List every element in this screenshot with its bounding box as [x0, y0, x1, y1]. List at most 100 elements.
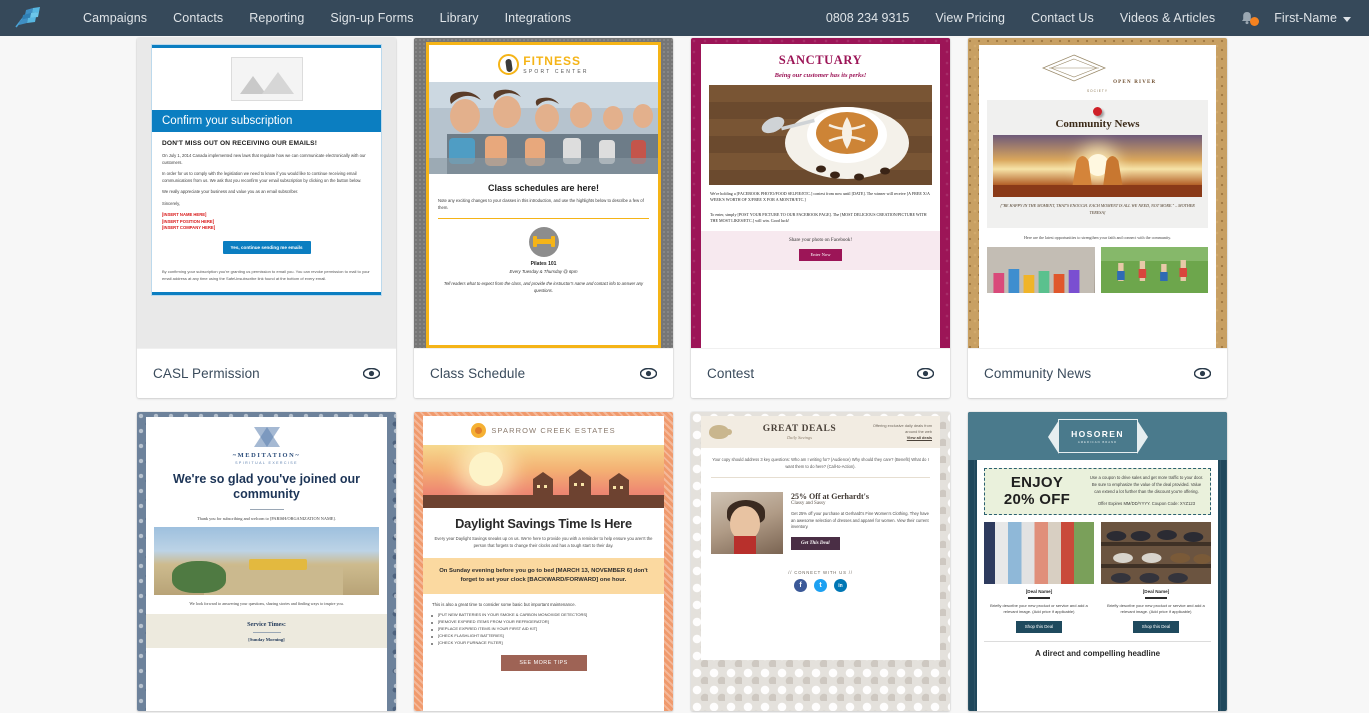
template-preview-community-news: OPEN RIVER SOCIETY Community News ["BE H… — [968, 38, 1227, 348]
casl-cta-button: Yes, continue sending me emails — [222, 241, 311, 255]
nav-item-view-pricing[interactable]: View Pricing — [922, 0, 1018, 36]
template-preview-daylight-savings: SPARROW CREEK ESTATES Daylight Savings T… — [414, 412, 673, 711]
daylight-maintenance-list: [PUT NEW BATTERIES IN YOUR SMOKE & CARBO… — [423, 611, 664, 646]
fitness-class-time: Every Tuesday & Thursday @ 6pm — [509, 269, 578, 275]
coupon-body-text: Use a coupon to drive sales and get more… — [1089, 475, 1204, 494]
casl-paragraph-1: On July 1, 2014 Canada implemented new l… — [162, 153, 366, 165]
fitness-class-note: Tell readers what to expect from the cla… — [443, 281, 644, 294]
template-title: Community News — [984, 366, 1092, 381]
template-card-footer: Community News — [968, 348, 1227, 398]
community-photo-2 — [1100, 246, 1208, 293]
template-preview-hosoren-coupon: HOSOREN AMERICAN BRAND ENJOY 20% OFF Use… — [968, 412, 1227, 711]
casl-headline: DON'T MISS OUT ON RECEIVING OUR EMAILS! — [162, 140, 318, 147]
pushpin-icon — [1093, 107, 1102, 116]
hosoren-headline: A direct and compelling headline — [1034, 649, 1161, 659]
open-river-brand-sub: SOCIETY — [1087, 89, 1108, 93]
casl-banner-text: Confirm your subscription — [152, 110, 381, 132]
daylight-headline: Daylight Savings Time Is Here — [455, 516, 632, 531]
template-card-daylight-savings[interactable]: SPARROW CREEK ESTATES Daylight Savings T… — [414, 412, 673, 711]
hosoren-deal-2-name: [Deal Name] — [1142, 589, 1170, 594]
great-deals-deal-body: Get 25% off your purchase at Gerhardt's … — [791, 511, 929, 530]
fitness-brand-sub: SPORT CENTER — [523, 68, 589, 75]
feather-logo-icon[interactable] — [6, 0, 52, 36]
daylight-paragraph: Every year Daylight Savings sneaks up on… — [434, 536, 653, 548]
notification-bell-icon[interactable] — [1234, 0, 1260, 36]
template-title: Contest — [707, 366, 755, 381]
casl-placeholder-position: [INSERT POSITION HERE] — [162, 218, 215, 224]
community-photo-1 — [987, 246, 1095, 293]
list-item: [CHECK FLASHLIGHT BATTERIES] — [431, 632, 655, 639]
community-news-paragraph: Here are the latest opportunities to str… — [1023, 235, 1172, 241]
hosoren-deal-1-body: Briefly describe your new product or ser… — [990, 602, 1088, 614]
contest-cta-button: Enter Now — [799, 248, 842, 261]
nav-item-sign-up-forms[interactable]: Sign-up Forms — [317, 0, 426, 36]
meditation-service-time: [Sunday Morning] — [248, 637, 285, 643]
casl-signoff: Sincerely, — [162, 200, 181, 206]
mandala-star-icon — [253, 424, 280, 450]
list-item: [PUT NEW BATTERIES IN YOUR SMOKE & CARBO… — [431, 611, 655, 618]
template-preview-contest: SANCTUARY Being our customer has its per… — [691, 38, 950, 348]
fitness-class-name: Pilates 101 — [530, 261, 557, 268]
open-river-logo: OPEN RIVER SOCIETY — [979, 45, 1216, 98]
nav-item-campaigns[interactable]: Campaigns — [70, 0, 160, 36]
hosoren-deal-2-button: Shop this Deal — [1132, 620, 1180, 633]
user-account-label: First-Name — [1274, 11, 1337, 25]
deal-photo — [711, 492, 783, 555]
nav-item-contacts[interactable]: Contacts — [160, 0, 236, 36]
community-news-headline: Community News — [1055, 118, 1140, 130]
template-card-contest[interactable]: SANCTUARY Being our customer has its per… — [691, 38, 950, 398]
fitness-logo: FITNESS SPORT CENTER — [429, 45, 658, 82]
sanctuary-brand: SANCTUARY — [778, 53, 863, 67]
coupon-expiry-text: Offer Expires MM/DD/YYYY. Coupon Code: X… — [1097, 500, 1196, 506]
great-deals-deal-sub: Classy and Sassy — [791, 501, 826, 507]
facebook-icon[interactable]: f — [794, 579, 807, 593]
eye-icon[interactable] — [917, 368, 934, 379]
sparrow-creek-brand: SPARROW CREEK ESTATES — [491, 426, 616, 435]
template-title: CASL Permission — [153, 366, 260, 381]
template-preview-meditation-welcome: ~MEDITATION~ SPIRITUAL EXERCISE We're so… — [137, 412, 396, 711]
eye-icon[interactable] — [1194, 368, 1211, 379]
template-card-great-deals[interactable]: GREAT DEALS Daily Savings Offering exclu… — [691, 412, 950, 711]
eye-icon[interactable] — [640, 368, 657, 379]
clothing-rack-photo — [984, 522, 1094, 584]
shoe-shelf-photo — [1101, 522, 1211, 584]
nav-item-videos-articles[interactable]: Videos & Articles — [1107, 0, 1228, 36]
linkedin-icon[interactable]: in — [834, 579, 847, 593]
template-grid: Confirm your subscription DON'T MISS OUT… — [137, 38, 1369, 711]
hosoren-logo: HOSOREN AMERICAN BRAND — [1047, 419, 1148, 454]
great-deals-cta-button: Get This Deal — [791, 536, 840, 550]
temple-image — [154, 527, 379, 596]
dumbbell-icon — [528, 227, 559, 258]
user-account-menu[interactable]: First-Name — [1266, 0, 1361, 36]
template-card-hosoren-coupon[interactable]: HOSOREN AMERICAN BRAND ENJOY 20% OFF Use… — [968, 412, 1227, 711]
casl-paragraph-2: In order for us to comply with the legis… — [162, 171, 362, 183]
community-news-quote: ["BE HAPPY IN THE MOMENT, THAT'S ENOUGH.… — [1000, 203, 1195, 215]
list-item: [REMOVE EXPIRED ITEMS FROM YOUR REFRIGER… — [431, 618, 655, 625]
template-card-casl-permission[interactable]: Confirm your subscription DON'T MISS OUT… — [137, 38, 396, 398]
chevron-down-icon — [1343, 16, 1351, 22]
nav-item-contact-us[interactable]: Contact Us — [1018, 0, 1107, 36]
fitness-hero-image — [429, 82, 658, 174]
template-card-meditation-welcome[interactable]: ~MEDITATION~ SPIRITUAL EXERCISE We're so… — [137, 412, 396, 711]
list-item: [REPLACE EXPIRED ITEMS IN YOUR FIRST AID… — [431, 625, 655, 632]
nav-item-integrations[interactable]: Integrations — [492, 0, 585, 36]
template-card-class-schedule[interactable]: FITNESS SPORT CENTER Class schedules are… — [414, 38, 673, 398]
coffee-hero-image — [709, 85, 932, 185]
nav-item-reporting[interactable]: Reporting — [236, 0, 317, 36]
hosoren-brand-sub: AMERICAN BRAND — [1077, 439, 1118, 444]
fitness-brand: FITNESS — [523, 53, 581, 68]
great-deals-brand: GREAT DEALS — [762, 424, 837, 435]
nav-item-library[interactable]: Library — [427, 0, 492, 36]
contest-share-text: Share your photo on Facebook! — [788, 238, 853, 244]
primary-nav-items: Campaigns Contacts Reporting Sign-up For… — [70, 0, 584, 36]
coupon-block: ENJOY 20% OFF Use a coupon to drive sale… — [984, 468, 1211, 515]
secondary-nav-items: 0808 234 9315 View Pricing Contact Us Vi… — [813, 0, 1361, 36]
casl-footer-text: By confirming your subscription you're g… — [162, 269, 370, 281]
template-preview-great-deals: GREAT DEALS Daily Savings Offering exclu… — [691, 412, 950, 711]
meditation-paragraph-1: Thank you for subscribing and welcom to … — [197, 516, 336, 522]
eye-icon[interactable] — [363, 368, 380, 379]
template-card-footer: Contest — [691, 348, 950, 398]
template-card-community-news[interactable]: OPEN RIVER SOCIETY Community News ["BE H… — [968, 38, 1227, 398]
daylight-cta-button: SEE MORE TIPS — [500, 654, 587, 671]
twitter-icon[interactable]: t — [814, 579, 827, 593]
